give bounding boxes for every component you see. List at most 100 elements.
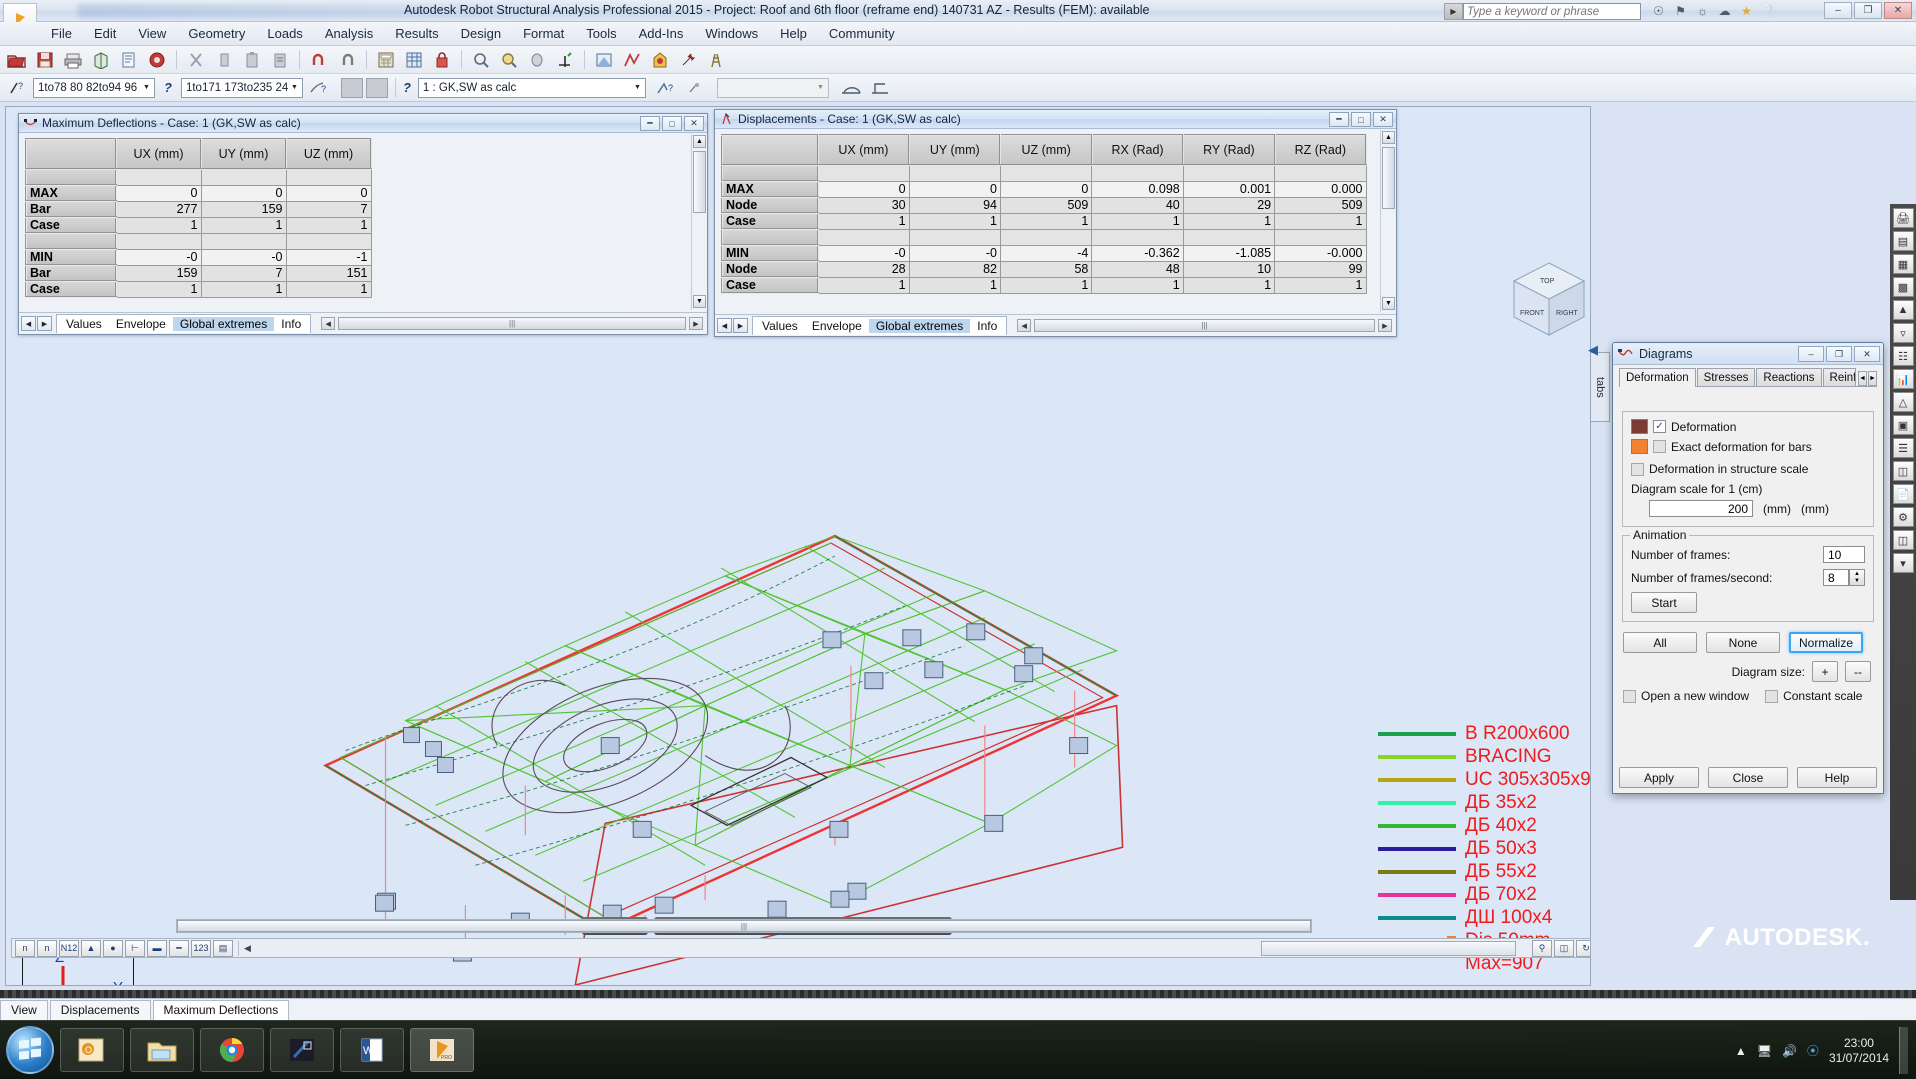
table-row[interactable]: Node 28 82 58 48 10 99 [721,260,1367,278]
md-vscroll-thumb[interactable] [693,151,706,213]
dsp-tab-next[interactable]: ▶ [733,318,748,333]
zoom-all-icon[interactable] [496,48,522,72]
bar-selection-chevron-down-icon[interactable]: ▼ [140,81,153,95]
table-row[interactable]: Case 1 1 1 1 1 1 [721,212,1367,230]
open-new-window-row[interactable]: Open a new window [1623,689,1749,703]
side-tabs-arrow-icon[interactable]: ◀ [1588,342,1598,358]
taskbar-item-chrome[interactable] [200,1028,264,1072]
search-input[interactable] [1463,3,1641,20]
node-selection-chevron-down-icon[interactable]: ▼ [288,81,301,95]
view-cube[interactable]: TOP FRONT RIGHT [1504,257,1590,347]
fit-view-icon[interactable]: ◫ [1554,939,1574,957]
tab-reactions[interactable]: Reactions [1756,368,1822,386]
volume-icon[interactable]: 🔊 [1782,1044,1797,1058]
load-case-chevron-down-icon[interactable]: ▼ [631,81,644,95]
refresh-view-icon[interactable]: ↻ [1576,939,1590,957]
tools-icon[interactable] [675,48,701,72]
spin-down-icon[interactable]: ▼ [1850,578,1864,586]
dsp-maximize-button[interactable]: □ [1351,112,1371,127]
dsp-close-button[interactable]: ✕ [1373,112,1393,127]
status-tab-maximum-deflections[interactable]: Maximum Deflections [152,999,290,1020]
rail-steel-icon[interactable]: ◫ [1892,461,1914,481]
rail-mesh-icon[interactable]: ☷ [1892,346,1914,366]
node-selection-combo[interactable]: 1to171 173to235 24 ▼ [180,77,303,98]
start-animation-button[interactable]: Start [1631,592,1697,613]
sign-in-icon[interactable]: ☉ [1650,2,1667,19]
diagrams-tab-next-icon[interactable]: ► [1867,371,1877,386]
communication-center-icon[interactable]: ☁ [1716,2,1733,19]
selection-box-2[interactable] [365,77,388,98]
rail-structure-icon[interactable]: ▦ [1892,254,1914,274]
table-row[interactable]: Bar 277 159 7 [25,200,372,218]
table-row[interactable] [25,232,372,250]
cut-icon[interactable] [183,48,209,72]
tab-reinforcement[interactable]: Reinfo [1822,368,1856,386]
extra-combo[interactable]: ▼ [716,77,829,98]
deformation-checkbox[interactable]: ✓ [1653,420,1666,433]
dsp-hscroll-left[interactable]: ◀ [1017,319,1032,332]
maximum-deflections-window[interactable]: Maximum Deflections - Case: 1 (GK,SW as … [18,113,708,335]
open-new-window-checkbox[interactable] [1623,689,1636,703]
menu-tools[interactable]: Tools [575,23,627,44]
extra-combo-chevron-down-icon[interactable]: ▼ [814,81,827,95]
menu-format[interactable]: Format [512,23,575,44]
none-button[interactable]: None [1706,632,1780,653]
table-row[interactable] [721,228,1367,246]
displacements-vscrollbar[interactable]: ▲ ▼ [1380,130,1395,312]
diagrams-dialog[interactable]: Diagrams – ❐ ✕ Deformation Stresses Reac… [1612,342,1884,794]
rail-sections-icon[interactable]: ▩ [1892,277,1914,297]
dsp-tab-envelope[interactable]: Envelope [805,319,869,333]
rail-diagram-icon[interactable]: △ [1892,392,1914,412]
table-row[interactable]: Bar 159 7 151 [25,264,372,282]
table-row[interactable]: MIN -0 -0 -1 [25,248,372,266]
md-minimize-button[interactable]: ━ [640,116,660,131]
panel-icon[interactable]: ▬ [147,939,167,957]
constant-scale-row[interactable]: Constant scale [1765,689,1862,703]
spin-up-icon[interactable]: ▲ [1850,570,1864,578]
support-view-icon[interactable] [867,76,893,100]
table-row[interactable]: MIN -0 -0 -4 -0.362 -1.085 -0.000 [721,244,1367,262]
viewport-hscrollbar[interactable]: ||| [176,919,1312,933]
display-icon[interactable] [591,48,617,72]
menu-help[interactable]: Help [769,23,818,44]
info-center-icon[interactable]: ☼ [1694,2,1711,19]
taskbar-item-outlook[interactable]: O [60,1028,124,1072]
menu-community[interactable]: Community [818,23,906,44]
maximize-button[interactable]: ❐ [1854,2,1882,19]
table-row[interactable] [721,164,1367,182]
table-icon[interactable]: ▤ [213,939,233,957]
dsp-minimize-button[interactable]: ━ [1329,112,1349,127]
diagram-size-decrease-button[interactable]: -- [1845,661,1871,682]
rail-report-icon[interactable]: 📄 [1892,484,1914,504]
viewbar-collapse-icon[interactable]: ◀ [244,943,251,954]
dialog-close-button[interactable]: Close [1708,767,1788,788]
render-icon[interactable] [647,48,673,72]
md-tab-global-extremes[interactable]: Global extremes [172,317,275,331]
dsp-hscroll-right[interactable]: ▶ [1378,319,1392,332]
favorites-star-icon[interactable]: ★ [1738,2,1755,19]
minimize-button[interactable]: – [1824,2,1852,19]
profile-icon[interactable]: ⊢ [125,939,145,957]
rail-layers-icon[interactable]: ◫ [1892,530,1914,550]
taskbar-item-robot-pro[interactable]: PRO [410,1028,474,1072]
constant-scale-checkbox[interactable] [1765,689,1779,703]
lock-icon[interactable] [429,48,455,72]
md-tab-next[interactable]: ▶ [37,316,52,331]
normalize-button[interactable]: Normalize [1789,632,1863,653]
print-preview-icon[interactable] [88,48,114,72]
maximum-deflections-vscrollbar[interactable]: ▲ ▼ [691,134,706,310]
bar-number-icon[interactable]: n [37,939,57,957]
selection-pointer-icon[interactable]: ? [306,76,332,100]
scroll-down-icon[interactable]: ▼ [693,295,706,308]
md-tab-prev[interactable]: ◀ [21,316,36,331]
dsp-tab-values[interactable]: Values [755,319,805,333]
dsp-tab-global-extremes[interactable]: Global extremes [868,319,971,333]
load-case-combo[interactable]: 1 : GK,SW as calc ▼ [417,77,646,98]
close-button[interactable]: ✕ [1884,2,1912,19]
taskbar-item-explorer[interactable] [130,1028,194,1072]
diagram-icon[interactable] [619,48,645,72]
menu-loads[interactable]: Loads [256,23,313,44]
model-viewport[interactable]: TOP FRONT RIGHT Z Y X [5,106,1591,986]
bar-help-icon[interactable]: ? [164,80,172,95]
open-folder-icon[interactable] [4,48,30,72]
